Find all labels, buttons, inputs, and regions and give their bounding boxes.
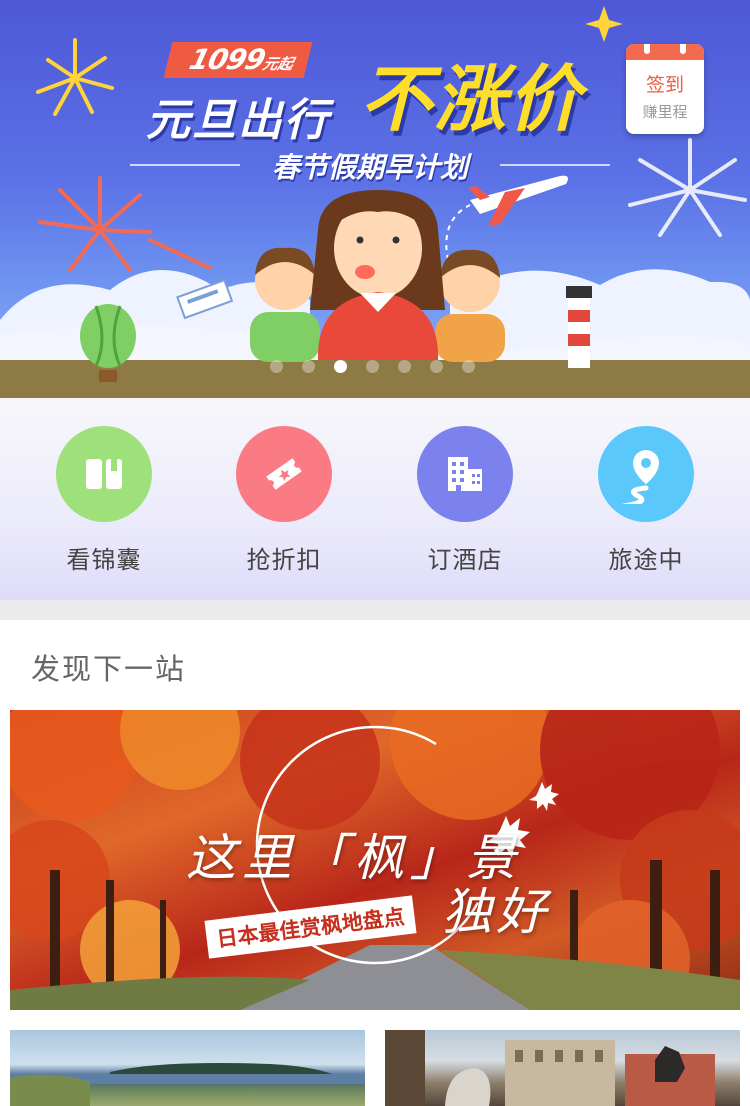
checkin-label: 签到 — [645, 74, 684, 96]
quick-nav-item-guides[interactable]: 看锦囊 — [24, 426, 184, 575]
banner-subtitle-row: 春节假期早计划 — [130, 146, 610, 184]
feature-card-maple[interactable]: 这里「枫」景 独好 日本最佳赏枫地盘点 — [10, 710, 740, 1010]
quick-nav-icon-bg — [417, 426, 513, 522]
quick-nav-label: 旅途中 — [608, 546, 684, 574]
hotel-building-icon — [448, 457, 482, 491]
carousel-dot[interactable] — [334, 360, 347, 373]
quick-nav-label: 订酒店 — [427, 546, 503, 574]
coast-image — [10, 1063, 365, 1106]
feature-title-line2: 独好 — [442, 883, 550, 941]
city-statue-image — [385, 1030, 715, 1106]
calendar-icon — [626, 44, 704, 60]
carousel-dot[interactable] — [366, 360, 379, 373]
quick-nav-icon-bg — [598, 426, 694, 522]
section-title: 发现下一站 — [31, 652, 187, 686]
location-pin-icon — [622, 450, 659, 504]
divider — [500, 164, 610, 166]
carousel-dot[interactable] — [430, 360, 443, 373]
divider — [130, 164, 240, 166]
carousel-dot[interactable] — [462, 360, 475, 373]
price-suffix: 元起 — [260, 55, 296, 73]
banner-line1: 元旦出行 — [146, 95, 330, 146]
book-icon — [86, 459, 122, 489]
calendar-ring — [644, 44, 650, 54]
quick-nav-icon-bg — [56, 426, 152, 522]
quick-nav: 看锦囊 抢折扣 订酒店 旅途中 — [0, 398, 750, 600]
quick-nav-label: 抢折扣 — [246, 546, 322, 574]
carousel-dot[interactable] — [302, 360, 315, 373]
quick-nav-label: 看锦囊 — [66, 546, 142, 574]
calendar-ring — [680, 44, 686, 54]
banner-headline: 不涨价 — [360, 57, 583, 141]
banner-subtitle: 春节假期早计划 — [271, 151, 468, 184]
quick-nav-icon-bg — [236, 426, 332, 522]
quick-nav-item-discounts[interactable]: 抢折扣 — [204, 426, 364, 575]
price-number: 1099 — [186, 43, 269, 76]
quick-nav-item-on-trip[interactable]: 旅途中 — [566, 426, 726, 575]
price-badge: 1099元起 — [163, 42, 313, 78]
checkin-button[interactable]: 签到 赚里程 — [626, 44, 704, 134]
checkin-sub-label: 赚里程 — [642, 103, 688, 121]
destination-card-coast[interactable] — [10, 1030, 365, 1106]
ticket-icon — [266, 458, 302, 490]
quick-nav-item-hotel[interactable]: 订酒店 — [385, 426, 545, 575]
section-divider — [0, 600, 750, 620]
destination-card-city[interactable] — [385, 1030, 740, 1106]
carousel-dot[interactable] — [398, 360, 411, 373]
carousel-dot[interactable] — [270, 360, 283, 373]
